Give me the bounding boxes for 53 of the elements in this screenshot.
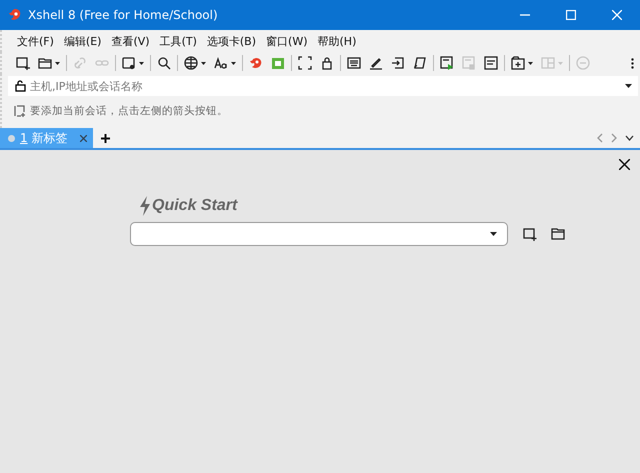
new-tab-icon — [511, 56, 525, 70]
new-window-icon — [122, 56, 136, 70]
menu-item[interactable]: 窗口(W) — [261, 34, 312, 48]
menu-item[interactable]: 选项卡(B) — [202, 34, 262, 48]
stop-record-icon — [462, 56, 476, 70]
new-session-icon — [523, 228, 537, 240]
close-icon — [612, 10, 622, 20]
lightning-icon — [139, 196, 151, 216]
close-icon[interactable] — [619, 159, 630, 170]
chevron-down-icon[interactable] — [625, 135, 634, 141]
font-icon — [214, 56, 228, 70]
link-icon — [73, 56, 87, 70]
address-field[interactable]: 主机,IP地址或会话名称 — [30, 80, 621, 92]
plus-icon — [101, 134, 110, 142]
dropdown-caret-icon — [528, 62, 533, 64]
quick-start-title: Quick Start — [152, 197, 238, 215]
new-session-icon — [16, 56, 30, 70]
search-icon — [157, 56, 171, 70]
pen-icon — [369, 56, 383, 70]
folder-icon — [551, 228, 565, 240]
record-icon — [440, 56, 454, 70]
dropdown-caret-icon — [558, 62, 563, 64]
dropdown-caret-icon — [490, 232, 497, 236]
maximize-icon — [566, 10, 576, 20]
menu-item[interactable]: 帮助(H) — [312, 34, 362, 48]
open-session-button[interactable] — [551, 228, 565, 240]
dropdown-caret-icon[interactable] — [625, 84, 632, 88]
lock-icon — [320, 56, 334, 70]
new-session-button[interactable] — [523, 228, 537, 240]
menu-item[interactable]: 查看(V) — [106, 34, 155, 48]
tab-label: 1 新标签 — [20, 130, 68, 146]
folder-icon — [38, 56, 52, 70]
menu-item[interactable]: 工具(T) — [154, 34, 202, 48]
more-icon[interactable] — [631, 58, 634, 68]
fullscreen-icon — [298, 56, 312, 70]
dropdown-caret-icon — [55, 62, 60, 64]
hint-text: 要添加当前会话，点击左侧的箭头按钮。 — [30, 104, 228, 118]
status-dot — [8, 134, 15, 142]
menu-item[interactable]: 文件(F) — [12, 34, 59, 48]
layout-icon — [541, 56, 555, 70]
menu-item[interactable]: 编辑(E) — [58, 34, 106, 48]
add-session-icon — [14, 105, 26, 117]
quick-start-combobox[interactable] — [130, 222, 508, 246]
dropdown-caret-icon — [139, 62, 144, 64]
window-title: Xshell 8 (Free for Home/School) — [28, 8, 219, 22]
globe-icon — [184, 56, 198, 70]
lock-icon — [14, 80, 26, 92]
dropdown-caret-icon — [201, 62, 206, 64]
shell-logo-icon — [249, 56, 263, 70]
logo-icon — [8, 8, 22, 22]
enter-icon — [391, 56, 405, 70]
dropdown-caret-icon — [231, 62, 236, 64]
address-field[interactable]: 主机,IP地址或会话名称 — [8, 76, 638, 96]
